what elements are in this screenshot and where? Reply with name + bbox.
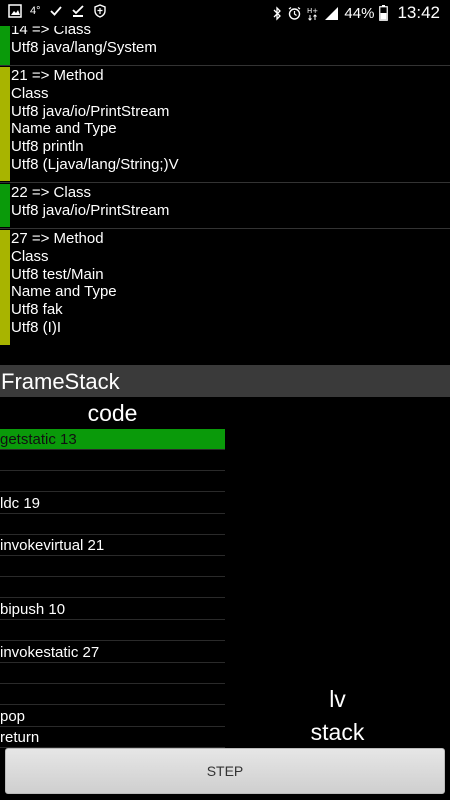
constant-pool-entry[interactable]: 22 => Class Utf8 java/io/PrintStream [0,184,450,227]
code-row[interactable]: invokevirtual 21 [0,535,225,556]
entry-lines: 27 => Method Class Utf8 test/Main Name a… [11,230,117,337]
code-row[interactable] [0,471,225,492]
constant-pool-entry[interactable]: 21 => Method Class Utf8 java/io/PrintStr… [0,67,450,181]
entry-line: 22 => Class [11,184,92,201]
code-row[interactable]: bipush 10 [0,599,225,620]
code-row[interactable] [0,514,225,535]
operand-stack-heading: stack [310,719,365,745]
entry-line: Utf8 java/io/PrintStream [11,102,170,120]
battery-icon [379,5,389,21]
entry-line: Name and Type [11,283,117,301]
code-row[interactable]: invokestatic 27 [0,642,225,663]
status-right-icons: H+ 44% 13:42 [272,3,440,23]
entry-line: Utf8 (I)I [11,318,62,336]
code-row[interactable]: ldc 19 [0,493,225,514]
download-check-icon [71,4,85,18]
constant-pool-list[interactable]: 14 => Class Utf8 java/lang/System 21 => … [0,26,450,365]
entry-divider [0,182,450,183]
code-row-text: invokevirtual 21 [0,537,105,554]
code-row[interactable] [0,620,225,641]
entry-lines: 14 => Class Utf8 java/lang/System [11,26,157,57]
code-row-text: return [0,729,40,746]
code-row-text: invokestatic 27 [0,644,100,661]
svg-text:H+: H+ [307,7,318,15]
entry-line: Utf8 test/Main [11,265,104,283]
code-heading: code [87,400,138,426]
bluetooth-icon [272,5,282,21]
entry-line: Utf8 (Ljava/lang/String;)V [11,155,179,173]
battery-percent: 44% [344,4,375,22]
constant-pool-entry[interactable]: 14 => Class Utf8 java/lang/System [0,26,450,66]
entry-type-bar [0,67,10,181]
entry-line: Class [11,247,49,265]
constant-pool-entry[interactable]: 27 => Method Class Utf8 test/Main Name a… [0,230,450,345]
entry-line: Utf8 java/io/PrintStream [11,201,170,219]
entry-divider [0,228,450,229]
entry-line: 21 => Method [11,67,104,84]
local-variables-heading: lv [329,686,346,712]
temperature-text: 4° [30,5,41,17]
entry-line: Name and Type [11,120,117,138]
clock: 13:42 [397,3,440,22]
code-row-text: pop [0,708,26,725]
entry-line: 27 => Method [11,230,104,247]
entry-type-bar [0,230,10,345]
entry-line: 14 => Class [11,26,92,38]
code-row[interactable] [0,556,225,577]
code-row[interactable]: getstatic 13 [0,429,225,450]
signal-icon [324,6,339,21]
entry-line: Utf8 fak [11,301,63,319]
code-row-text: bipush 10 [0,601,66,618]
entry-type-bar [0,184,10,227]
entry-type-bar [0,26,10,66]
alarm-icon [287,6,302,21]
entry-line: Utf8 println [11,138,84,156]
entry-divider [0,65,450,66]
framestack-title: FrameStack [1,369,120,394]
code-row[interactable] [0,663,225,684]
entry-lines: 22 => Class Utf8 java/io/PrintStream [11,184,169,220]
code-row[interactable]: return [0,727,225,748]
entry-lines: 21 => Method Class Utf8 java/io/PrintStr… [11,67,179,174]
entry-line: Utf8 java/lang/System [11,38,157,56]
shield-icon [93,4,107,18]
step-button[interactable]: STEP [5,748,445,794]
gallery-icon [8,4,22,18]
status-left-icons: 4° [8,4,107,18]
code-row[interactable] [0,577,225,598]
entry-line: Class [11,84,49,102]
code-row-text: ldc 19 [0,495,41,512]
status-bar: 4° H+ 44% 13:42 [0,0,450,26]
check-icon [49,4,63,18]
code-row[interactable] [0,684,225,705]
code-row-text: getstatic 13 [0,431,77,448]
hplus-data-icon: H+ [307,6,319,21]
code-row[interactable]: pop [0,706,225,727]
code-row[interactable] [0,450,225,471]
framestack-header: FrameStack [0,365,450,397]
